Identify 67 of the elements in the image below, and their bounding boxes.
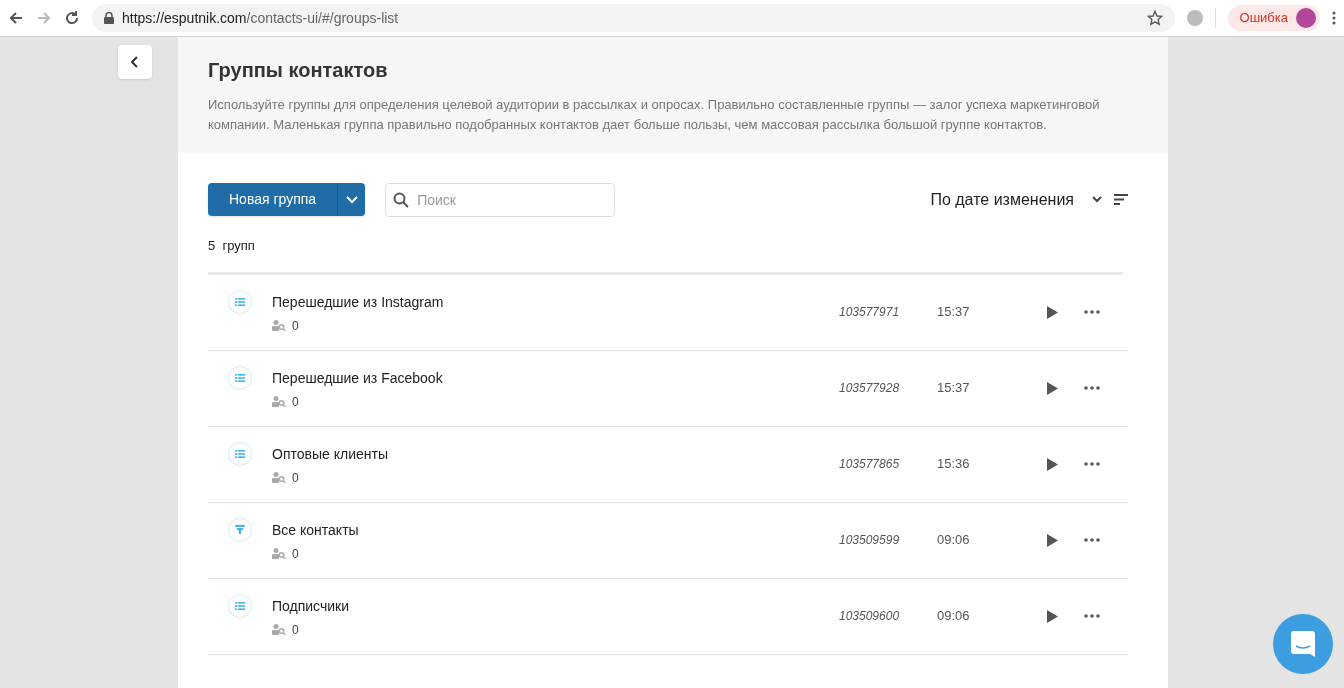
- group-row[interactable]: Перешедшие из Instagram 0 103577971 15:37: [208, 274, 1128, 351]
- sort-dropdown[interactable]: По дате изменения: [930, 187, 1102, 212]
- chevron-down-icon: [345, 195, 358, 204]
- play-icon[interactable]: [1047, 609, 1058, 623]
- more-icon[interactable]: [1084, 386, 1100, 390]
- group-time: 15:37: [937, 379, 971, 398]
- avatar-icon: [1296, 8, 1316, 28]
- contacts-count: 0: [292, 469, 299, 487]
- contacts-count: 0: [292, 545, 299, 563]
- contacts-search-icon: [272, 548, 286, 559]
- chevron-down-icon: [1092, 196, 1102, 203]
- play-icon[interactable]: [1047, 457, 1058, 471]
- url-text: https://esputnik.com/contacts-ui/#/groups-list: [122, 8, 399, 28]
- contacts-count: 0: [292, 393, 299, 411]
- list-icon: [235, 449, 245, 458]
- chat-button[interactable]: [1273, 614, 1333, 674]
- contacts-search-icon: [272, 624, 286, 635]
- group-time: 15:36: [937, 455, 971, 474]
- group-id: 103577971: [839, 304, 901, 321]
- group-time: 09:06: [937, 531, 971, 550]
- more-icon[interactable]: [1084, 538, 1100, 542]
- play-icon[interactable]: [1047, 533, 1058, 547]
- group-id: 103577928: [839, 380, 901, 397]
- back-arrow-icon[interactable]: [8, 10, 24, 26]
- group-count: 5 групп: [208, 237, 256, 255]
- menu-icon[interactable]: [1332, 11, 1336, 25]
- page-description: Используйте группы для определения целевой аудитории в рассылках и опросах. Правильно составленные группы — залог успеха маркетинговой компании. Маленькая группа правильно подобранных контактов дает больше пользы, чем массовая рассылка большой группе контактов.: [208, 96, 1101, 134]
- play-icon[interactable]: [1047, 305, 1058, 319]
- list-icon: [235, 373, 245, 382]
- contacts-search-icon: [272, 320, 286, 331]
- search-field[interactable]: Поиск: [385, 182, 616, 217]
- group-time: 09:06: [937, 607, 971, 626]
- group-name[interactable]: Перешедшие из Instagram: [272, 291, 839, 313]
- more-icon[interactable]: [1084, 462, 1100, 466]
- back-button[interactable]: [118, 45, 152, 79]
- group-name[interactable]: Перешедшие из Facebook: [272, 367, 839, 389]
- group-name[interactable]: Оптовые клиенты: [272, 443, 839, 465]
- more-icon[interactable]: [1084, 614, 1100, 618]
- play-icon[interactable]: [1047, 381, 1058, 395]
- lock-icon: [104, 12, 114, 24]
- group-name[interactable]: Подписчики: [272, 595, 839, 617]
- chevron-left-icon: [131, 56, 139, 68]
- group-id: 103509599: [839, 532, 901, 549]
- sort-icon[interactable]: [1114, 194, 1128, 205]
- group-id: 103577865: [839, 456, 901, 473]
- group-row[interactable]: Перешедшие из Facebook 0 103577928 15:37: [208, 350, 1128, 427]
- reload-icon[interactable]: [64, 10, 80, 26]
- group-id: 103509600: [839, 608, 901, 625]
- contacts-search-icon: [272, 472, 286, 483]
- group-row[interactable]: Подписчики 0 103509600 09:06: [208, 578, 1128, 655]
- address-bar[interactable]: https://esputnik.com/contacts-ui/#/groups-list: [92, 4, 1175, 32]
- group-time: 15:37: [937, 303, 971, 322]
- filter-icon: [235, 525, 245, 534]
- list-icon: [235, 601, 245, 610]
- error-profile-button[interactable]: Ошибка: [1227, 5, 1320, 31]
- contacts-count: 0: [292, 621, 299, 639]
- contacts-count: 0: [292, 317, 299, 335]
- page-title: Группы контактов: [208, 58, 389, 83]
- group-name[interactable]: Все контакты: [272, 519, 839, 541]
- group-row[interactable]: Оптовые клиенты 0 103577865 15:36: [208, 426, 1128, 503]
- more-icon[interactable]: [1084, 310, 1100, 314]
- group-row[interactable]: Все контакты 0 103509599 09:06: [208, 502, 1128, 579]
- search-icon: [393, 191, 410, 208]
- list-icon: [235, 297, 245, 306]
- chat-icon: [1291, 631, 1315, 657]
- star-icon[interactable]: [1146, 10, 1163, 26]
- contacts-search-icon: [272, 396, 286, 407]
